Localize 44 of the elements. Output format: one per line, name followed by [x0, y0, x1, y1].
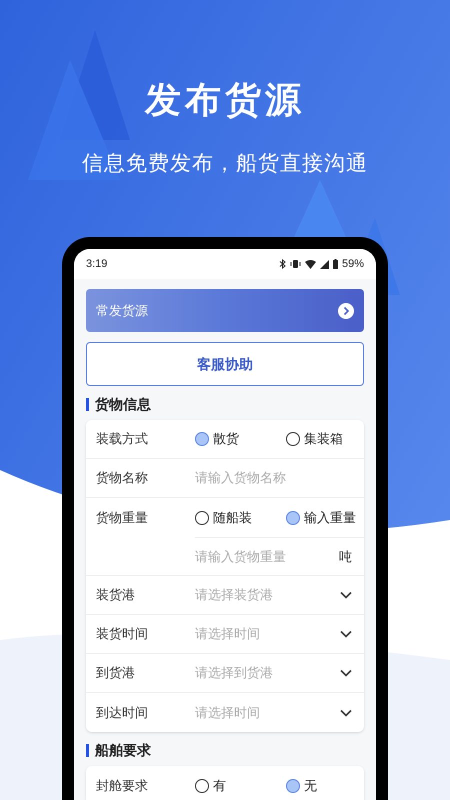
section-title: 货物信息	[95, 394, 151, 414]
field-label: 到达时间	[96, 704, 149, 722]
radio-option[interactable]: 无	[286, 776, 317, 796]
text-field[interactable]: 请输入货物重量	[195, 546, 339, 566]
chevron-right-icon	[338, 302, 354, 318]
chevron-down-icon	[340, 669, 352, 677]
help-button[interactable]: 客服协助	[86, 342, 364, 386]
radio-option[interactable]: 输入重量	[286, 508, 356, 528]
chevron-down-icon	[340, 708, 352, 716]
select-placeholder: 请选择时间	[195, 625, 261, 644]
battery-icon	[332, 259, 338, 269]
select-placeholder: 请选择到货港	[195, 664, 274, 682]
select-placeholder: 请选择时间	[195, 704, 261, 722]
field-label: 装货港	[96, 586, 136, 604]
radio-option[interactable]: 集装箱	[286, 429, 343, 449]
subtitle: 信息免费发布，船货直接沟通	[82, 151, 368, 177]
headline: 发布货源	[145, 78, 305, 122]
radio-option[interactable]: 随船装	[195, 508, 252, 528]
field-label: 封舱要求	[96, 776, 149, 795]
section-marker	[86, 398, 89, 410]
field-label: 装载方式	[96, 430, 149, 448]
signal-icon	[320, 260, 329, 268]
select-field[interactable]: 装货港 请选择装货港	[86, 576, 364, 615]
field-label: 到货港	[96, 664, 136, 682]
section-title: 船舶要求	[95, 740, 151, 760]
radio-option[interactable]: 散货	[195, 429, 239, 449]
chevron-down-icon	[340, 630, 352, 638]
field-label: 货物重量	[96, 508, 149, 527]
text-field[interactable]: 请输入货物名称	[195, 468, 371, 488]
chevron-down-icon	[340, 591, 352, 599]
section-marker	[86, 744, 89, 756]
field-label: 装货时间	[96, 625, 149, 644]
bluetooth-icon	[278, 259, 286, 269]
battery-level: 59%	[342, 256, 364, 272]
status-time: 3:19	[86, 256, 108, 272]
select-field[interactable]: 到达时间 请选择时间	[86, 693, 364, 732]
select-field[interactable]: 装货时间 请选择时间	[86, 615, 364, 654]
select-placeholder: 请选择装货港	[195, 586, 274, 604]
select-field[interactable]: 到货港 请选择到货港	[86, 654, 364, 693]
vibrate-icon	[290, 259, 301, 269]
wifi-icon	[304, 260, 316, 268]
field-label: 货物名称	[96, 469, 149, 488]
radio-option[interactable]: 有	[195, 776, 226, 796]
unit-label: 吨	[339, 548, 352, 566]
